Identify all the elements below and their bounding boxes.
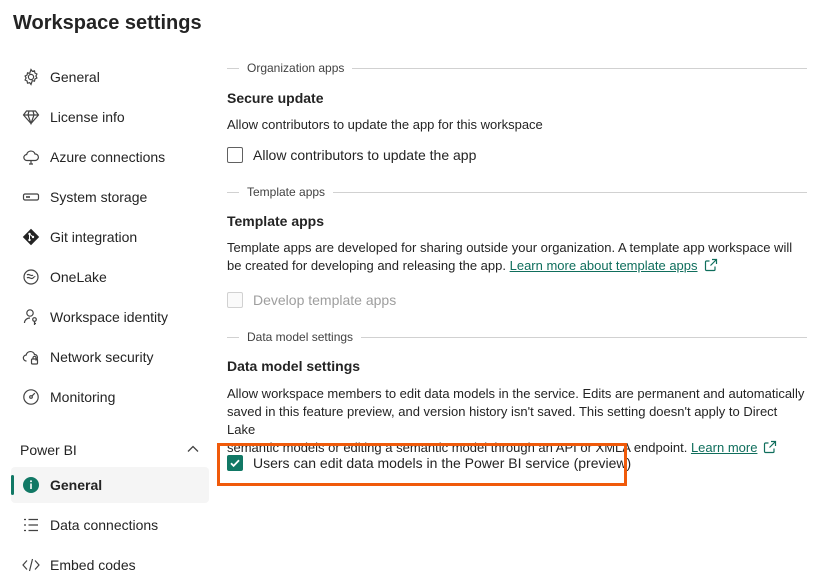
sidebar-item-label: Workspace identity: [50, 309, 169, 325]
selected-indicator: [11, 475, 14, 495]
sidebar-item-label: Azure connections: [50, 149, 166, 165]
cloud-icon: [21, 147, 41, 167]
develop-template-apps-checkbox-row[interactable]: Develop template apps: [227, 292, 396, 308]
allow-contributors-update-checkbox[interactable]: [227, 147, 243, 163]
storage-icon: [21, 187, 41, 207]
sidebar-item-label: Data connections: [50, 517, 159, 533]
develop-template-apps-checkbox[interactable]: [227, 292, 243, 308]
powerbi-section-header[interactable]: Power BI: [20, 440, 200, 460]
sidebar-item-label: License info: [50, 109, 125, 125]
sidebar-item-label: Git integration: [50, 229, 138, 245]
description-line: be created for developing and releasing …: [227, 257, 807, 277]
sidebar-item-powerbi-general[interactable]: General: [11, 467, 209, 503]
template-apps-description: Template apps are developed for sharing …: [227, 239, 807, 277]
sidebar-item-label: OneLake: [50, 269, 107, 285]
divider-label: Data model settings: [247, 330, 354, 344]
sidebar-item-monitoring[interactable]: Monitoring: [11, 379, 209, 415]
section-divider-template-apps: Template apps: [227, 184, 807, 200]
sidebar-item-azure-connections[interactable]: Azure connections: [11, 139, 209, 175]
gear-icon: [21, 67, 41, 87]
divider-label: Organization apps: [247, 61, 345, 75]
network-icon: [21, 347, 41, 367]
section-divider-data-model-settings: Data model settings: [227, 329, 807, 345]
data-model-settings-title: Data model settings: [227, 358, 361, 374]
edit-data-models-checkbox-row[interactable]: Users can edit data models in the Power …: [227, 455, 631, 471]
sidebar-item-label: General: [50, 69, 100, 85]
monitoring-icon: [21, 387, 41, 407]
info-icon: [21, 475, 41, 495]
edit-data-models-checkbox[interactable]: [227, 455, 243, 471]
onelake-icon: [21, 267, 41, 287]
sidebar-item-git-integration[interactable]: Git integration: [11, 219, 209, 255]
secure-update-title: Secure update: [227, 90, 324, 106]
page-title: Workspace settings: [13, 12, 202, 34]
section-divider-organization-apps: Organization apps: [227, 60, 807, 76]
learn-more-template-apps-link[interactable]: Learn more about template apps: [510, 258, 698, 273]
sidebar-item-data-connections[interactable]: Data connections: [11, 507, 209, 543]
sidebar-item-label: Monitoring: [50, 389, 116, 405]
description-line: Allow workspace members to edit data mod…: [227, 386, 805, 401]
diamond-icon: [21, 107, 41, 127]
secure-update-description: Allow contributors to update the app for…: [227, 117, 543, 132]
open-external-icon[interactable]: [763, 440, 777, 459]
code-icon: [21, 555, 41, 575]
divider-label: Template apps: [247, 185, 326, 199]
sidebar-item-system-storage[interactable]: System storage: [11, 179, 209, 215]
sidebar-item-label: System storage: [50, 189, 148, 205]
learn-more-data-model-link[interactable]: Learn more: [691, 440, 757, 455]
sidebar-item-onelake[interactable]: OneLake: [11, 259, 209, 295]
chevron-up-icon: [186, 442, 200, 459]
sidebar-item-workspace-identity[interactable]: Workspace identity: [11, 299, 209, 335]
description-line: Template apps are developed for sharing …: [227, 240, 793, 255]
template-apps-title: Template apps: [227, 213, 324, 229]
checkbox-label: Users can edit data models in the Power …: [253, 455, 632, 471]
description-line: saved in this feature preview, and versi…: [227, 404, 778, 437]
checkbox-label: Allow contributors to update the app: [253, 147, 477, 163]
sidebar-item-label: Embed codes: [50, 557, 136, 573]
sidebar-item-license-info[interactable]: License info: [11, 99, 209, 135]
git-icon: [21, 227, 41, 247]
sidebar-item-label: Network security: [50, 349, 154, 365]
open-external-icon[interactable]: [704, 258, 718, 277]
list-icon: [21, 515, 41, 535]
powerbi-section-label: Power BI: [20, 442, 77, 458]
checkmark-icon: [230, 459, 240, 468]
data-model-settings-description: Allow workspace members to edit data mod…: [227, 385, 807, 459]
allow-contributors-update-checkbox-row[interactable]: Allow contributors to update the app: [227, 147, 476, 163]
checkbox-label: Develop template apps: [253, 292, 397, 308]
sidebar-item-general[interactable]: General: [11, 59, 209, 95]
sidebar-item-label: General: [50, 477, 103, 493]
sidebar-item-network-security[interactable]: Network security: [11, 339, 209, 375]
identity-icon: [21, 307, 41, 327]
